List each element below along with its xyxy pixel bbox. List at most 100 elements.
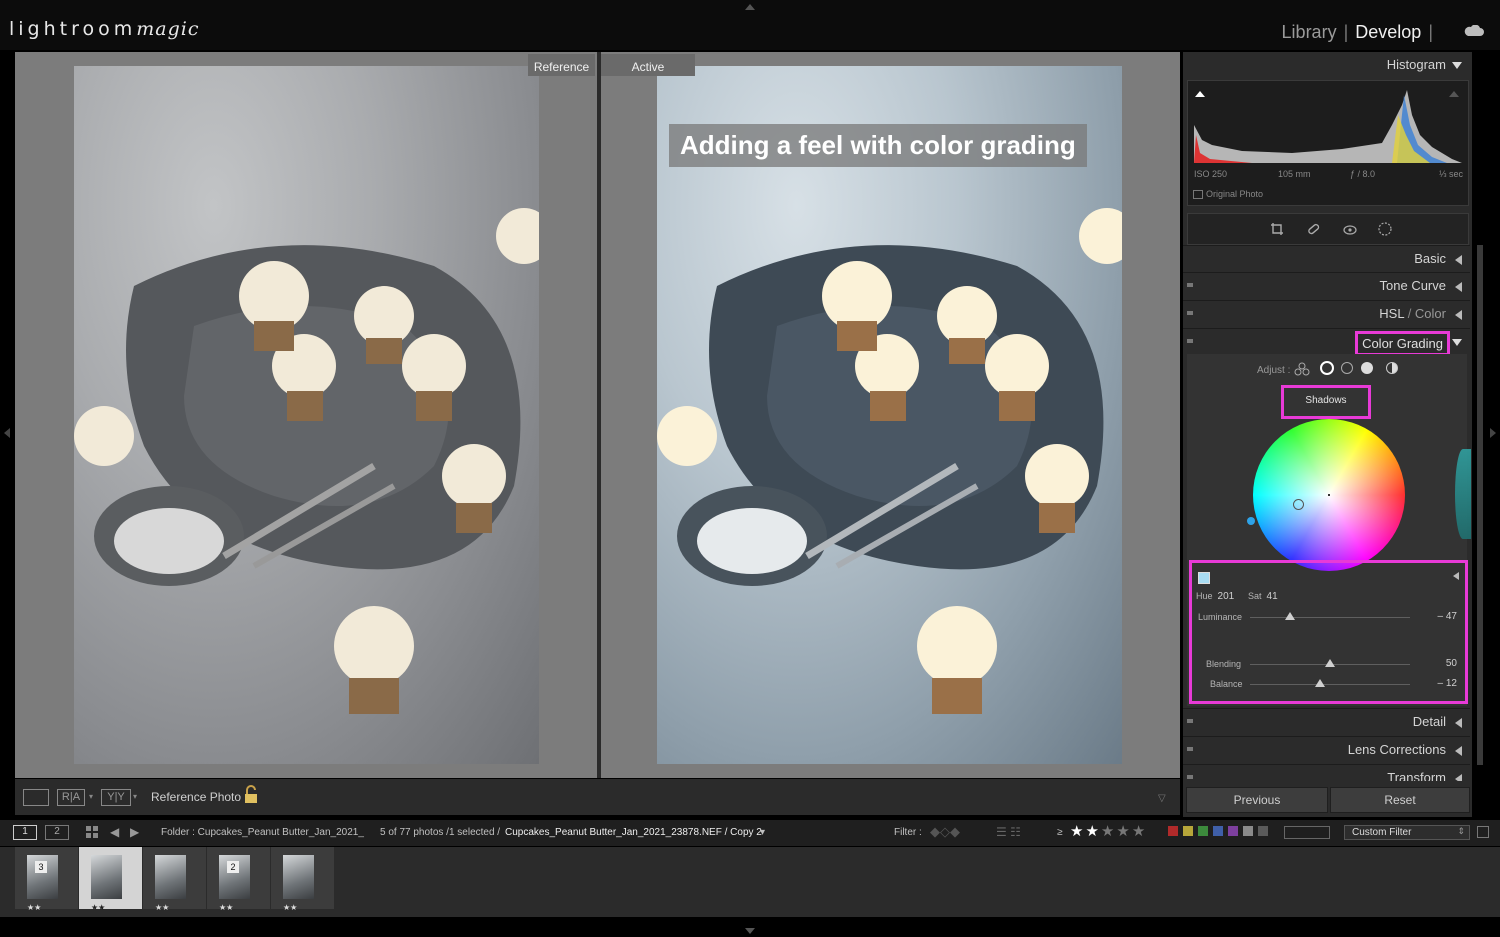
midtones-wheel-icon[interactable]: [1341, 362, 1353, 374]
crop-icon[interactable]: [1270, 222, 1284, 241]
before-after-icon[interactable]: Y|Y: [101, 789, 131, 806]
luminance-slider[interactable]: [1250, 617, 1410, 618]
balance-slider[interactable]: [1250, 684, 1410, 685]
reference-view-icon[interactable]: R|A: [57, 789, 85, 806]
panel-switch-icon[interactable]: [1187, 311, 1193, 315]
expand-arrow-icon[interactable]: [1455, 282, 1462, 292]
expand-arrow-icon[interactable]: [1453, 572, 1459, 580]
shadows-color-wheel[interactable]: [1253, 419, 1405, 571]
reset-button[interactable]: Reset: [1330, 787, 1470, 813]
color-label-filter[interactable]: [1168, 820, 1278, 846]
forward-arrow-icon[interactable]: ▶: [130, 825, 139, 839]
color-label-swatch[interactable]: [1198, 826, 1208, 836]
blending-value[interactable]: 50: [1446, 658, 1457, 669]
custom-filter-select[interactable]: Custom Filter ⇕: [1344, 825, 1470, 840]
filter-star-icon[interactable]: ★: [1132, 823, 1145, 840]
color-label[interactable]: Color: [1415, 306, 1446, 321]
expand-arrow-icon[interactable]: [1455, 310, 1462, 320]
filmstrip-thumb[interactable]: ★★: [271, 847, 334, 912]
expand-arrow-icon[interactable]: [1455, 255, 1462, 265]
collapse-bottom-arrow-icon[interactable]: [745, 928, 755, 934]
color-label-swatch[interactable]: [1228, 826, 1238, 836]
toolbar-chevron-icon[interactable]: ▽: [1158, 793, 1166, 804]
balance-value[interactable]: – 12: [1438, 678, 1457, 689]
panel-switch-icon[interactable]: [1187, 283, 1193, 287]
color-grading-header[interactable]: Color Grading: [1183, 328, 1470, 357]
filter-star-icon[interactable]: ★: [1101, 823, 1114, 840]
chevron-down-icon[interactable]: ▾: [89, 792, 93, 801]
module-develop[interactable]: Develop: [1355, 22, 1421, 42]
color-label-swatch[interactable]: [1213, 826, 1223, 836]
original-photo-checkbox[interactable]: [1193, 190, 1203, 199]
cloud-icon[interactable]: [1464, 24, 1484, 42]
histogram-title: Histogram: [1386, 57, 1446, 72]
panel-switch-icon[interactable]: [1187, 775, 1193, 779]
panel-switch-icon[interactable]: [1187, 719, 1193, 723]
star-rating-filter[interactable]: ★ ★ ★ ★ ★: [1070, 822, 1147, 841]
panel-switch-icon[interactable]: [1187, 747, 1193, 751]
collapse-right-arrow-icon[interactable]: [1490, 428, 1496, 438]
rating-operator[interactable]: ≥: [1057, 827, 1063, 838]
previous-button[interactable]: Previous: [1186, 787, 1328, 813]
filter-star-icon[interactable]: ★: [1085, 823, 1098, 840]
wheel-handle[interactable]: [1293, 499, 1304, 510]
lock-icon[interactable]: [241, 785, 261, 810]
blending-slider-thumb[interactable]: [1325, 659, 1335, 667]
window-1-button[interactable]: 1: [13, 825, 37, 840]
transform-header[interactable]: Transform: [1183, 764, 1470, 781]
color-label-swatch[interactable]: [1243, 826, 1253, 836]
color-label-swatch[interactable]: [1183, 826, 1193, 836]
collapse-top-arrow-icon[interactable]: [745, 4, 755, 10]
highlights-wheel-icon[interactable]: [1361, 362, 1373, 374]
hsl-label[interactable]: HSL: [1379, 306, 1404, 321]
chevron-down-icon[interactable]: ▾: [133, 792, 137, 801]
hue-marker[interactable]: [1247, 517, 1255, 525]
color-swatch[interactable]: [1198, 572, 1210, 584]
color-label-swatch[interactable]: [1168, 826, 1178, 836]
expand-arrow-icon[interactable]: [1455, 718, 1462, 728]
filmstrip-thumb[interactable]: 2 ★★: [207, 847, 270, 912]
collapse-left-arrow-icon[interactable]: [4, 428, 10, 438]
expand-arrow-icon[interactable]: [1455, 746, 1462, 756]
luminance-slider-thumb[interactable]: [1285, 612, 1295, 620]
module-library[interactable]: Library: [1282, 22, 1337, 42]
red-eye-icon[interactable]: [1343, 222, 1357, 241]
lens-corrections-header[interactable]: Lens Corrections: [1183, 736, 1470, 763]
filter-star-icon[interactable]: ★: [1070, 823, 1083, 840]
loupe-view-icon[interactable]: [23, 789, 49, 806]
shadows-wheel-icon[interactable]: [1320, 361, 1334, 375]
filmstrip-thumb[interactable]: ★★: [79, 847, 142, 912]
file-menu-chevron-icon[interactable]: ▾: [760, 827, 765, 838]
expand-arrow-icon[interactable]: [1455, 774, 1462, 781]
hsl-header[interactable]: HSL / Color: [1183, 300, 1470, 327]
filter-star-icon[interactable]: ★: [1116, 823, 1129, 840]
global-wheel-icon[interactable]: [1386, 362, 1398, 374]
detail-header[interactable]: Detail: [1183, 708, 1470, 735]
right-panel-scrollbar[interactable]: [1477, 245, 1483, 765]
tone-curve-header[interactable]: Tone Curve: [1183, 272, 1470, 299]
grid-icon[interactable]: [86, 826, 99, 844]
filmstrip-thumb[interactable]: 3 ★★: [15, 847, 78, 912]
three-way-icon[interactable]: [1294, 362, 1310, 381]
file-name[interactable]: Cupcakes_Peanut Butter_Jan_2021_23878.NE…: [505, 827, 762, 838]
folder-path[interactable]: Folder : Cupcakes_Peanut Butter_Jan_2021…: [161, 827, 364, 838]
filter-lock-icon[interactable]: [1477, 826, 1489, 838]
stack-count-badge[interactable]: 3: [35, 861, 47, 873]
balance-slider-thumb[interactable]: [1315, 679, 1326, 687]
healing-icon[interactable]: [1306, 222, 1320, 241]
collapse-arrow-icon[interactable]: [1452, 62, 1462, 69]
back-arrow-icon[interactable]: ◀: [110, 825, 119, 839]
masking-icon[interactable]: [1378, 222, 1392, 241]
flag-filter-icon[interactable]: ◆◇◆: [930, 824, 960, 840]
collapse-arrow-icon[interactable]: [1452, 339, 1462, 346]
color-label-swatch[interactable]: [1258, 826, 1268, 836]
stack-count-badge[interactable]: 2: [227, 861, 239, 873]
edit-filter-icon[interactable]: ☰ ☷: [996, 825, 1021, 839]
filter-presets-icon[interactable]: [1284, 826, 1330, 839]
luminance-value[interactable]: – 47: [1438, 611, 1457, 622]
panel-switch-icon[interactable]: [1187, 339, 1193, 343]
filmstrip-thumb[interactable]: ★★: [143, 847, 206, 912]
basic-header[interactable]: Basic: [1183, 245, 1470, 272]
histogram-header[interactable]: Histogram: [1183, 52, 1470, 78]
window-2-button[interactable]: 2: [45, 825, 69, 840]
